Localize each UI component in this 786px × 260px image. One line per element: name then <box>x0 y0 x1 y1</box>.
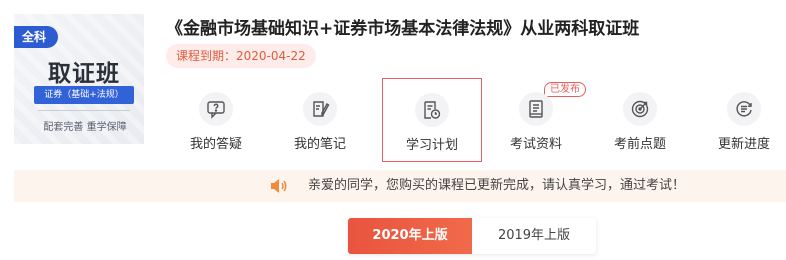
notice-bar: 亲爱的同学，您购买的课程已更新完成，请认真学习，通过考试！ <box>14 170 786 202</box>
course-thumbnail[interactable]: 全科 取证班 证券（基础+法规） 配套完善 重学保障 <box>14 14 144 144</box>
notice-text: 亲爱的同学，您购买的课程已更新完成，请认真学习，通过考试！ <box>308 178 686 193</box>
notebook-pen-icon <box>303 92 337 126</box>
target-icon <box>623 92 657 126</box>
menu-item-pre-exam-tips[interactable]: 考前点题 <box>590 78 690 162</box>
course-title: 《金融市场基础知识+证券市场基本法律法规》从业两科取证班 <box>166 19 640 39</box>
menu-item-update-progress[interactable]: 更新进度 <box>694 78 786 162</box>
plan-clock-icon <box>415 93 449 127</box>
thumbnail-title: 取证班 <box>48 61 120 87</box>
menu-item-my-notes[interactable]: 我的笔记 <box>270 78 370 162</box>
menu-label: 我的答疑 <box>189 137 242 152</box>
menu-item-study-plan[interactable]: 学习计划 <box>382 78 482 162</box>
menu-label: 考试资料 <box>509 137 562 152</box>
speaker-icon <box>270 178 288 194</box>
version-tabs: 2020年上版 2019年上版 <box>348 218 596 254</box>
menu-label: 更新进度 <box>717 137 770 152</box>
thumbnail-divider <box>38 110 130 111</box>
thumbnail-subtitle: 证券（基础+法规） <box>34 86 134 104</box>
menu-item-my-qa[interactable]: 我的答疑 <box>166 78 266 162</box>
tab-2020-edition[interactable]: 2020年上版 <box>348 218 472 254</box>
course-expiry-badge: 课程到期：2020-04-22 <box>166 44 316 68</box>
thumbnail-tag: 全科 <box>14 26 58 48</box>
update-list-icon <box>727 92 761 126</box>
menu-label: 学习计划 <box>405 138 458 153</box>
chat-question-icon <box>199 92 233 126</box>
published-badge: 已发布 <box>544 82 586 97</box>
menu-label: 我的笔记 <box>293 137 346 152</box>
tab-2019-edition[interactable]: 2019年上版 <box>472 218 596 254</box>
menu-item-exam-materials[interactable]: 已发布 考试资料 <box>486 78 586 162</box>
course-function-menu: 我的答疑 我的笔记 学习计划 已发布 考试资料 考前点题 更新进度 <box>166 78 786 162</box>
document-book-icon <box>519 92 553 126</box>
thumbnail-footer: 配套完善 重学保障 <box>43 122 127 133</box>
menu-label: 考前点题 <box>613 137 666 152</box>
